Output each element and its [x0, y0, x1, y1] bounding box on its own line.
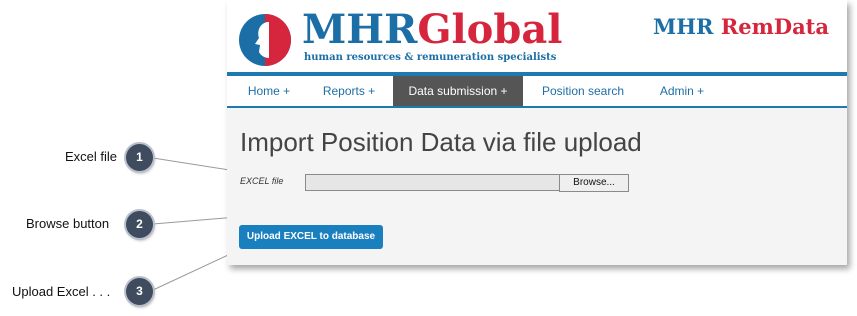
- nav-item-position-search[interactable]: Position search: [527, 76, 639, 106]
- mhr-logo-icon[interactable]: [237, 12, 293, 68]
- product-name: MHR RemData: [653, 14, 829, 39]
- page-title: Import Position Data via file upload: [240, 127, 642, 157]
- browse-button[interactable]: Browse...: [559, 174, 629, 192]
- brand-tagline: human resources & remuneration specialis…: [304, 52, 557, 63]
- callout-label-upload-excel: Upload Excel . . .: [12, 284, 111, 299]
- brand-part-mhr: MHR: [302, 6, 418, 53]
- product-part-remdata: RemData: [720, 14, 829, 39]
- callout-badge-2: 2: [126, 211, 153, 238]
- nav-item-data-submission[interactable]: Data submission +: [393, 76, 523, 106]
- product-part-mhr: MHR: [652, 14, 714, 39]
- callout-label-browse-button: Browse button: [26, 216, 110, 231]
- upload-excel-button[interactable]: Upload EXCEL to database: [239, 225, 383, 249]
- app-window: MHRGlobal human resources & remuneration…: [227, 0, 847, 265]
- nav-item-admin[interactable]: Admin +: [643, 76, 721, 106]
- nav-item-home[interactable]: Home +: [233, 76, 305, 106]
- callout-label-excel-file: Excel file: [65, 149, 118, 164]
- main-nav: Home + Reports + Data submission + Posit…: [227, 76, 847, 108]
- callout-badge-1: 1: [126, 144, 153, 171]
- excel-file-input[interactable]: [305, 174, 560, 191]
- nav-item-reports[interactable]: Reports +: [309, 76, 389, 106]
- excel-file-label: EXCEL file: [240, 176, 284, 186]
- brand-part-global: Global: [417, 6, 563, 53]
- callout-badge-3: 3: [126, 278, 153, 305]
- site-header: MHRGlobal human resources & remuneration…: [227, 0, 847, 72]
- brand-logo-text[interactable]: MHRGlobal: [302, 8, 562, 52]
